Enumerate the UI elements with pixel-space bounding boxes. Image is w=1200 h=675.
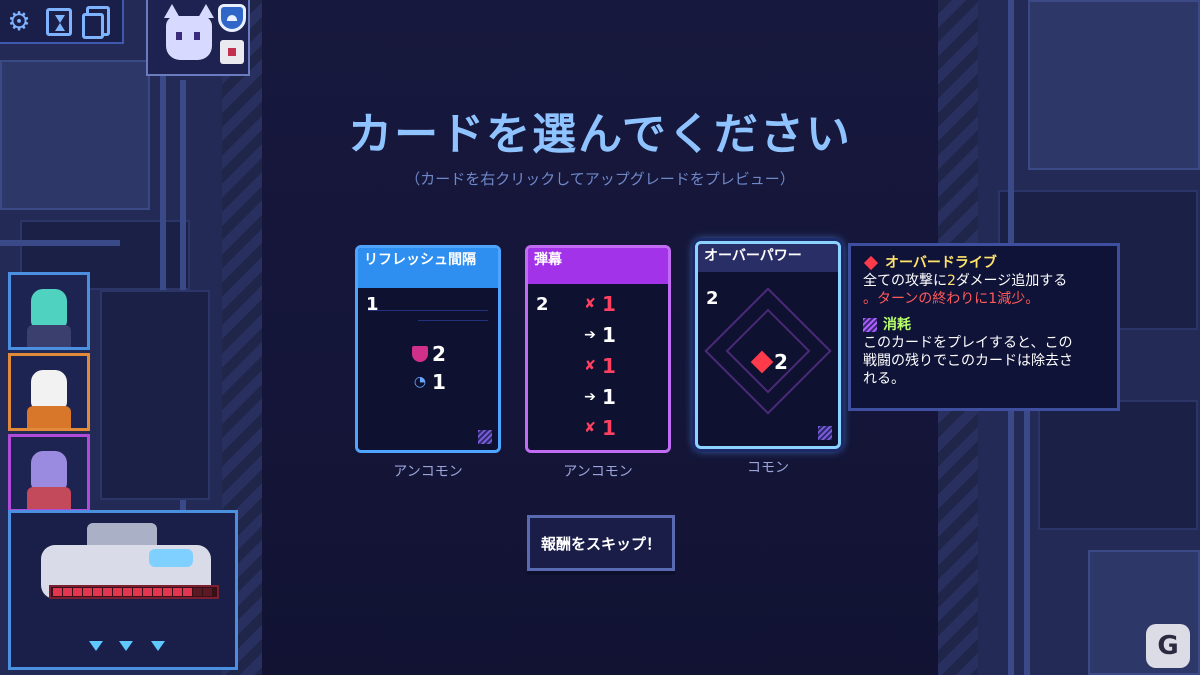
card-cost: 2 [536, 294, 549, 315]
wall-panel [0, 60, 150, 210]
hull-segment [193, 588, 202, 596]
hull-segment [133, 588, 142, 596]
crew-body [27, 406, 71, 428]
card-rarity: アンコモン [393, 464, 463, 480]
skip-reward-button[interactable]: 報酬をスキップ！ [527, 515, 675, 571]
attack-icon: ✘ [584, 420, 596, 436]
card-effect: 2 [412, 342, 446, 366]
hourglass-icon[interactable] [46, 8, 72, 36]
card-effect: ➔ 1 [582, 323, 616, 347]
tooltip-line: 。ターンの終わりに1減少。 [863, 291, 1040, 307]
effect-value: 1 [432, 370, 446, 394]
site-logo: G [1146, 624, 1190, 668]
overdrive-icon [750, 350, 774, 374]
captain-portrait[interactable] [146, 0, 250, 76]
hull-segment [143, 588, 152, 596]
hull-segment [113, 588, 122, 596]
crew-avatar [31, 451, 67, 491]
clock-icon: ◔ [413, 374, 427, 390]
hull-segment [123, 588, 132, 596]
card-refresh-interval[interactable]: リフレッシュ間隔 1 2 ◔ 1 [355, 245, 501, 453]
ship-cockpit [149, 549, 193, 567]
hull-segment [63, 588, 72, 596]
card-effect: ✘ 1 [582, 416, 616, 440]
move-icon: ➔ [584, 389, 596, 405]
wall-panel [1038, 400, 1198, 530]
tooltip-heading-exhaust: 消耗 [863, 316, 1105, 334]
effect-value: 2 [432, 342, 446, 366]
card-title: オーバーパワー [698, 244, 838, 272]
tooltip-line: 戦闘の残りでこのカードは除去さ [863, 353, 1073, 369]
card-barrage[interactable]: 弾幕 2 ✘ 1 ➔ 1 ✘ 1 ➔ 1 ✘ 1 [525, 245, 671, 453]
cat-captain-avatar [164, 4, 214, 60]
thruster-icon [151, 641, 165, 651]
wall-panel [100, 290, 210, 500]
crew-member-3[interactable] [8, 434, 90, 512]
hull-segment [83, 588, 92, 596]
crew-avatar [31, 289, 67, 329]
deck-icon[interactable] [82, 6, 110, 39]
card-cost: 2 [706, 288, 719, 309]
thruster-icon [119, 641, 133, 651]
crew-body [27, 325, 71, 347]
effect-value: 1 [602, 354, 616, 378]
card-effect: 2 [750, 350, 788, 374]
exhaust-icon [863, 318, 877, 332]
hull-segment [173, 588, 182, 596]
shield-icon [412, 346, 428, 362]
tooltip-heading: オーバードライブ [885, 255, 997, 271]
card-rarity: アンコモン [563, 464, 633, 480]
page-subtitle: （カードを右クリックしてアップグレードをプレビュー） [405, 170, 795, 188]
card-title: リフレッシュ間隔 [358, 248, 498, 288]
hull-segment [163, 588, 172, 596]
card-cost: 1 [366, 294, 379, 315]
effect-value: 2 [774, 350, 788, 374]
card-overpower[interactable]: オーバーパワー 2 2 [695, 241, 841, 449]
card-title: 弾幕 [528, 248, 668, 284]
hull-segment [153, 588, 162, 596]
crew-member-2[interactable] [8, 353, 90, 431]
tooltip-line: 全ての攻撃に2ダメージ追加する [863, 273, 1068, 289]
card-rarity: コモン [747, 460, 789, 476]
ship-status-panel[interactable] [8, 510, 238, 670]
shield-status-icon [218, 4, 246, 32]
wall-panel [1028, 0, 1200, 170]
hull-bar [49, 585, 219, 599]
thruster-icon [89, 641, 103, 651]
effect-value: 1 [602, 416, 616, 440]
exhaust-corner-icon [818, 426, 832, 440]
hull-segment [203, 588, 212, 596]
overdrive-icon [863, 255, 879, 271]
hull-segment [73, 588, 82, 596]
hull-segment [53, 588, 62, 596]
attack-icon: ✘ [584, 358, 596, 374]
hull-segment [93, 588, 102, 596]
hull-segment [103, 588, 112, 596]
effect-value: 1 [602, 292, 616, 316]
card-effect: ➔ 1 [582, 385, 616, 409]
crew-avatar [31, 370, 67, 410]
tooltip-heading: 消耗 [883, 317, 911, 333]
status-badge [220, 40, 244, 64]
attack-icon: ✘ [584, 296, 596, 312]
gear-icon[interactable]: ⚙ [4, 7, 34, 37]
hud-toolbar: ⚙ [0, 0, 124, 44]
effect-value: 1 [602, 385, 616, 409]
crew-member-1[interactable] [8, 272, 90, 350]
page-title: カードを選んでください [348, 109, 852, 160]
tooltip-heading-overdrive: オーバードライブ [863, 254, 1105, 272]
move-icon: ➔ [584, 327, 596, 343]
exhaust-corner-icon [478, 430, 492, 444]
hull-segment [183, 588, 192, 596]
tooltip-line: このカードをプレイすると、この [863, 335, 1073, 351]
crew-body [27, 487, 71, 509]
pipe [0, 240, 120, 246]
card-effect: ✘ 1 [582, 292, 616, 316]
effect-value: 1 [602, 323, 616, 347]
card-effect: ◔ 1 [412, 370, 446, 394]
card-effect: ✘ 1 [582, 354, 616, 378]
card-tooltip: オーバードライブ 全ての攻撃に2ダメージ追加する 。ターンの終わりに1減少。 消… [848, 243, 1120, 411]
tooltip-line: れる。 [863, 371, 905, 387]
